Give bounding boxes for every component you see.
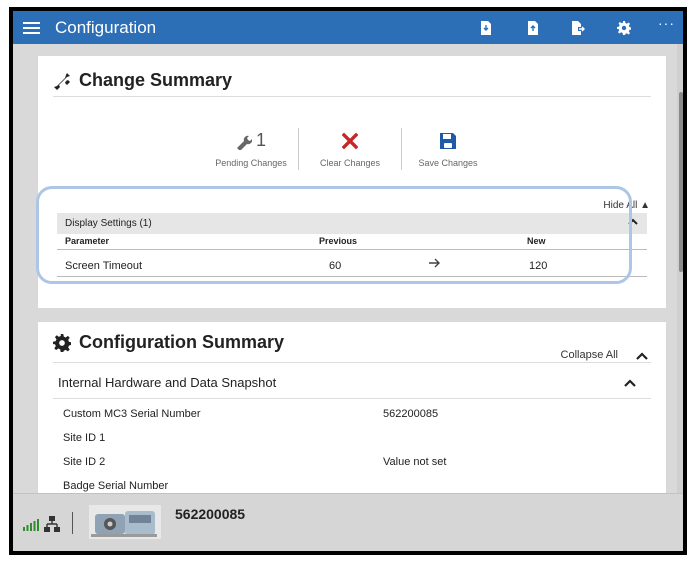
pending-changes: 1 Pending Changes — [206, 126, 296, 168]
chevron-up-icon: ▲ — [640, 200, 650, 210]
wrench-icon — [236, 135, 252, 150]
item-label: Site ID 1 — [63, 432, 106, 444]
list-item: Custom MC3 Serial Number 562200085 — [63, 408, 623, 420]
upload-file-icon[interactable] — [523, 18, 543, 38]
configuration-summary-card: Configuration Summary Collapse All Inter… — [38, 322, 666, 502]
section-header[interactable]: Internal Hardware and Data Snapshot — [58, 375, 276, 390]
export-file-icon[interactable] — [568, 18, 588, 38]
divider — [53, 398, 651, 399]
tools-icon — [54, 72, 70, 90]
signal-strength-icon — [23, 519, 39, 531]
item-value: Value not set — [383, 456, 447, 468]
clear-changes-button[interactable]: Clear Changes — [305, 126, 395, 168]
menu-icon[interactable] — [23, 19, 40, 36]
divider — [53, 362, 651, 363]
item-label: Badge Serial Number — [63, 480, 169, 492]
chevron-up-icon[interactable] — [624, 379, 636, 387]
change-summary-heading: Change Summary — [53, 70, 232, 91]
pending-count: 1 — [255, 130, 266, 150]
bottom-status-bar: 562200085 — [13, 493, 683, 551]
device-image — [89, 505, 161, 539]
divider — [53, 96, 651, 97]
more-options-button[interactable]: ··· — [658, 15, 675, 31]
change-summary-title: Change Summary — [79, 70, 233, 90]
list-item: Site ID 2 Value not set — [63, 456, 623, 468]
list-item: Badge Serial Number — [63, 480, 623, 492]
item-label: Custom MC3 Serial Number — [63, 408, 201, 420]
gear-icon — [53, 333, 71, 352]
network-icon — [44, 516, 60, 532]
scrollbar-thumb[interactable] — [679, 92, 683, 272]
app-title: Configuration — [55, 18, 157, 37]
list-item: Site ID 1 — [63, 432, 623, 444]
configuration-summary-title: Configuration Summary — [79, 332, 285, 352]
configuration-summary-heading: Configuration Summary — [53, 332, 284, 353]
scrollbar[interactable] — [677, 44, 683, 494]
save-changes-label: Save Changes — [418, 158, 478, 168]
chevron-up-icon[interactable] — [636, 352, 648, 360]
divider — [72, 512, 73, 534]
pending-changes-label: Pending Changes — [215, 158, 287, 168]
device-serial: 562200085 — [175, 506, 246, 522]
divider — [298, 128, 299, 170]
gear-icon[interactable] — [614, 18, 634, 38]
item-label: Site ID 2 — [63, 456, 106, 468]
close-icon — [342, 132, 358, 150]
collapse-all-button[interactable]: Collapse All — [561, 349, 618, 361]
highlight-outline — [36, 186, 632, 284]
top-bar: Configuration ··· — [13, 11, 683, 44]
divider — [401, 128, 402, 170]
clear-changes-label: Clear Changes — [319, 158, 381, 168]
download-file-icon[interactable] — [476, 18, 496, 38]
item-value: 562200085 — [383, 408, 439, 420]
save-changes-button[interactable]: Save Changes — [403, 126, 493, 168]
change-actions: 1 Pending Changes Clear Changes Save Cha… — [38, 126, 666, 186]
save-icon — [440, 133, 456, 149]
